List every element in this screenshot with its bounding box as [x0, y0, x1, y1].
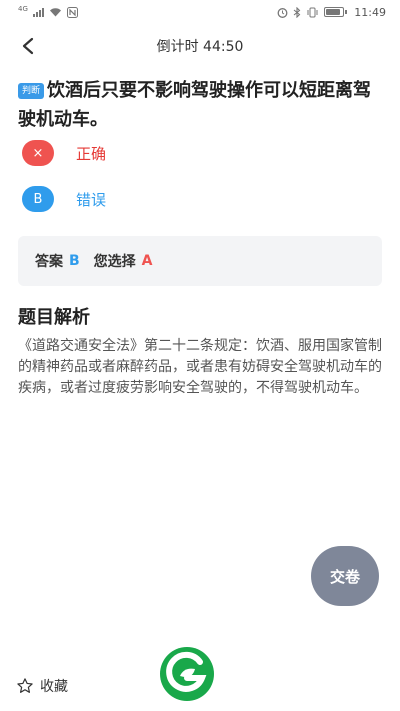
- analysis-text: 《道路交通安全法》第二十二条规定：饮酒、服用国家管制的精神药品或者麻醉药品，或者…: [18, 338, 382, 396]
- answer-box: 答案 B 您选择 A: [18, 236, 382, 286]
- submit-exam-button[interactable]: 交卷: [311, 546, 379, 606]
- answer-label: 答案: [35, 254, 63, 270]
- option-b[interactable]: B 错误: [22, 184, 106, 214]
- your-choice-value: A: [141, 253, 153, 269]
- question-text: 饮酒后只要不影响驾驶操作可以短距离驾驶机动车。: [18, 80, 372, 130]
- status-right: 11:49: [277, 6, 386, 19]
- option-a-label: 正确: [76, 144, 107, 163]
- option-b-label: 错误: [76, 190, 107, 209]
- alarm-icon: [277, 7, 288, 18]
- bluetooth-icon: [293, 6, 301, 18]
- option-b-marker: B: [22, 186, 54, 212]
- wifi-icon: [49, 8, 61, 17]
- analysis-title: 题目解析: [18, 307, 90, 328]
- question-type-badge: 判断: [18, 83, 45, 99]
- correct-answer-value: B: [69, 253, 80, 269]
- battery-icon: [324, 7, 348, 17]
- status-bar: 4G 11:49: [0, 0, 400, 24]
- star-icon: [17, 678, 33, 693]
- logo-icon: [160, 647, 214, 701]
- back-button[interactable]: [14, 32, 42, 60]
- favorite-button[interactable]: 收藏: [16, 676, 68, 696]
- vibrate-icon: [307, 7, 318, 17]
- back-arrow-icon: [22, 37, 34, 55]
- signal-icon: [32, 7, 44, 17]
- favorite-label: 收藏: [40, 679, 68, 695]
- your-choice-label: 您选择: [93, 254, 136, 270]
- option-a-wrong-marker: ×: [22, 140, 54, 166]
- header: 倒计时 44:50: [0, 28, 400, 64]
- network-type-label: 4G: [18, 5, 28, 13]
- question: 判断 饮酒后只要不影响驾驶操作可以短距离驾驶机动车。: [18, 76, 386, 134]
- countdown-title: 倒计时 44:50: [156, 39, 244, 55]
- status-left: 4G: [18, 5, 78, 18]
- option-a[interactable]: × 正确: [22, 138, 106, 168]
- status-time: 11:49: [354, 5, 386, 19]
- nfc-icon: [66, 6, 78, 18]
